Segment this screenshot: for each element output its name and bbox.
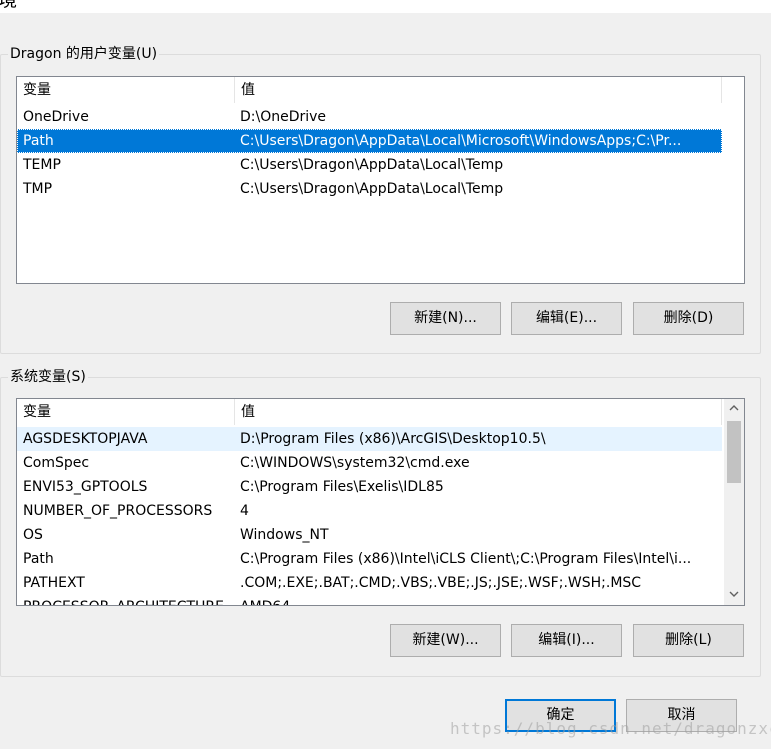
- variable-value: AMD64: [240, 595, 722, 605]
- variable-value: C:\Program Files (x86)\Intel\iCLS Client…: [240, 551, 692, 567]
- variable-name: Path: [23, 551, 54, 567]
- variable-value: Windows_NT: [240, 527, 329, 543]
- list-item[interactable]: ENVI53_GPTOOLS C:\Program Files\Exelis\I…: [17, 475, 722, 499]
- column-header-value[interactable]: 值: [235, 399, 722, 425]
- variable-value: C:\Users\Dragon\AppData\Local\Temp: [240, 181, 504, 197]
- variable-name: OS: [23, 527, 43, 543]
- list-item[interactable]: NUMBER_OF_PROCESSORS 4: [17, 499, 722, 523]
- system-edit-button[interactable]: 编辑(I)...: [511, 624, 622, 657]
- variable-value: 4: [240, 503, 249, 519]
- list-item-hover[interactable]: AGSDESKTOPJAVA D:\Program Files (x86)\Ar…: [17, 427, 722, 451]
- list-item[interactable]: PROCESSOR_ARCHITECTURE AMD64: [17, 595, 722, 605]
- variable-name: Path: [23, 133, 54, 149]
- variable-name: NUMBER_OF_PROCESSORS: [23, 503, 213, 519]
- variable-name: PATHEXT: [23, 575, 85, 591]
- list-item[interactable]: Path C:\Program Files (x86)\Intel\iCLS C…: [17, 547, 722, 571]
- scrollbar-thumb[interactable]: [727, 421, 741, 483]
- watermark-text: https://blog.csdn.net/dragonzxc: [450, 719, 771, 738]
- user-edit-button[interactable]: 编辑(E)...: [511, 302, 622, 335]
- chevron-down-icon[interactable]: [724, 585, 744, 605]
- column-header-variable[interactable]: 变量: [17, 399, 235, 425]
- variable-name: AGSDESKTOPJAVA: [23, 431, 148, 447]
- list-item[interactable]: PATHEXT .COM;.EXE;.BAT;.CMD;.VBS;.VBE;.J…: [17, 571, 722, 595]
- dialog-top-area: [0, 0, 771, 13]
- list-item[interactable]: OneDrive D:\OneDrive: [17, 105, 722, 129]
- list-item[interactable]: ComSpec C:\WINDOWS\system32\cmd.exe: [17, 451, 722, 475]
- list-item[interactable]: TMP C:\Users\Dragon\AppData\Local\Temp: [17, 177, 722, 201]
- list-item[interactable]: TEMP C:\Users\Dragon\AppData\Local\Temp: [17, 153, 722, 177]
- variable-value: .COM;.EXE;.BAT;.CMD;.VBS;.VBE;.JS;.JSE;.…: [240, 575, 642, 591]
- system-new-button[interactable]: 新建(W)...: [390, 624, 501, 657]
- user-new-button[interactable]: 新建(N)...: [390, 302, 501, 335]
- variable-name: OneDrive: [23, 109, 89, 125]
- column-header-value[interactable]: 值: [235, 77, 722, 103]
- variable-value: D:\Program Files (x86)\ArcGIS\Desktop10.…: [240, 431, 546, 447]
- variable-name: ENVI53_GPTOOLS: [23, 479, 148, 495]
- system-variables-header: 变量 值: [17, 399, 744, 425]
- variable-value: D:\OneDrive: [240, 109, 327, 125]
- variable-value: C:\WINDOWS\system32\cmd.exe: [240, 455, 470, 471]
- chevron-up-icon[interactable]: [724, 399, 744, 419]
- variable-name: PROCESSOR_ARCHITECTURE: [23, 595, 224, 605]
- list-item[interactable]: OS Windows_NT: [17, 523, 722, 547]
- dialog-title-fragment: 境: [0, 0, 18, 11]
- column-header-variable[interactable]: 变量: [17, 77, 235, 103]
- variable-name: ComSpec: [23, 455, 90, 471]
- variable-name: TEMP: [23, 157, 61, 173]
- user-variables-header: 变量 值: [17, 77, 744, 103]
- user-variables-label: Dragon 的用户变量(U): [8, 45, 160, 63]
- vertical-scrollbar[interactable]: [724, 399, 744, 605]
- variable-value: C:\Program Files\Exelis\IDL85: [240, 479, 444, 495]
- user-delete-button[interactable]: 删除(D): [633, 302, 744, 335]
- variable-name: TMP: [23, 181, 53, 197]
- system-variables-list[interactable]: 变量 值 AGSDESKTOPJAVA D:\Program Files (x8…: [16, 398, 745, 606]
- system-delete-button[interactable]: 删除(L): [633, 624, 744, 657]
- variable-value: C:\Users\Dragon\AppData\Local\Temp: [240, 157, 504, 173]
- user-variables-list[interactable]: 变量 值 OneDrive D:\OneDrive Path C:\Users\…: [16, 76, 745, 284]
- variable-value: C:\Users\Dragon\AppData\Local\Microsoft\…: [240, 133, 682, 149]
- list-item-selected[interactable]: Path C:\Users\Dragon\AppData\Local\Micro…: [17, 129, 722, 153]
- system-variables-label: 系统变量(S): [8, 368, 88, 386]
